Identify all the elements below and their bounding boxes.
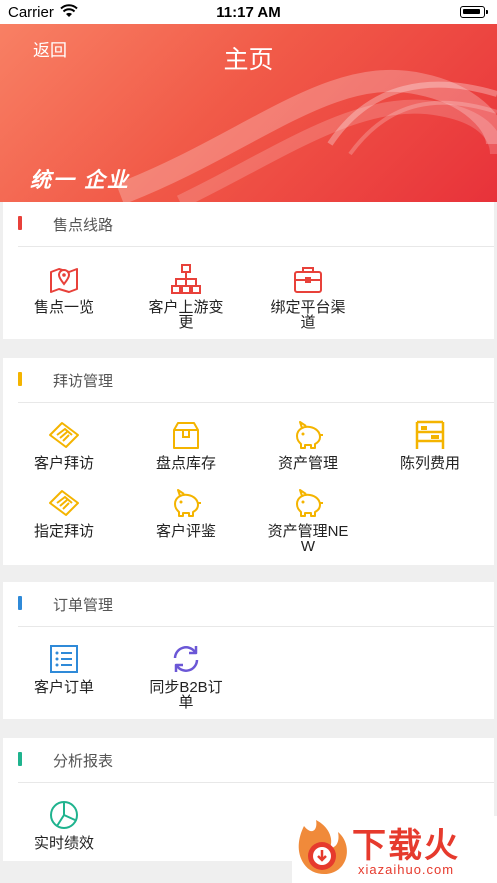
- section-accent-bar: [18, 216, 22, 230]
- pie-chart-icon: [50, 801, 78, 829]
- map-pin-icon: [50, 268, 78, 293]
- piggy-bank-icon: [174, 489, 201, 517]
- section-title: 订单管理: [53, 597, 114, 614]
- piggy-bank-icon: [296, 421, 323, 449]
- section-title: 拜访管理: [53, 373, 114, 390]
- sync-icon: [173, 646, 199, 672]
- menu-item-label: 指定拜访: [33, 523, 94, 540]
- section-header: 分析报表: [3, 738, 494, 782]
- flame-logo-icon: [298, 820, 347, 875]
- list-icon: [50, 645, 78, 673]
- section-order-management: 订单管理 客户订单 同步B2B订单: [3, 582, 494, 719]
- piggy-bank-icon: [296, 489, 323, 517]
- divider: [18, 246, 494, 247]
- menu-item-label: 陈列费用: [399, 455, 460, 472]
- divider: [18, 626, 494, 627]
- section-sales-route: 售点线路 售点一览 客户上游变更 绑定平台渠道: [3, 202, 494, 339]
- divider: [18, 402, 494, 403]
- section-accent-bar: [18, 596, 22, 610]
- section-title: 分析报表: [53, 753, 114, 770]
- menu-item-label: 资产管理: [277, 455, 338, 472]
- menu-item-label: 客户评鉴: [155, 523, 216, 540]
- menu-item-label: 盘点库存: [155, 455, 216, 472]
- watermark-url: xiazaihuo.com: [358, 862, 455, 877]
- header-banner: 返回 主页 统一 企业: [0, 24, 497, 202]
- page-title: 主页: [223, 46, 274, 74]
- brand-logo: 统一 企业: [30, 169, 130, 192]
- handshake-icon: [49, 422, 79, 448]
- section-header: 拜访管理: [3, 358, 494, 402]
- menu-item-sync-b2b-order[interactable]: 同步B2B订单: [125, 637, 247, 715]
- menu-item-bind-channel[interactable]: 绑定平台渠道: [247, 257, 369, 335]
- menu-item-display-fee[interactable]: 陈列费用: [369, 413, 491, 491]
- menu-item-customer-visit[interactable]: 客户拜访: [3, 413, 125, 491]
- section-header: 订单管理: [3, 582, 494, 626]
- clock: 11:17 AM: [216, 4, 281, 21]
- status-bar: Carrier 11:17 AM: [0, 0, 497, 24]
- box-icon: [173, 422, 199, 449]
- hierarchy-icon: [171, 264, 201, 294]
- menu-item-stock-count[interactable]: 盘点库存: [125, 413, 247, 491]
- toolbox-icon: [294, 267, 322, 293]
- battery-tip: [486, 10, 488, 14]
- battery-icon: [460, 6, 485, 18]
- menu-item-asset-management-new[interactable]: 资产管理NEW: [247, 481, 369, 559]
- watermark: 下载火 xiazaihuo.com: [292, 816, 497, 883]
- menu-item-label: 客户订单: [33, 679, 94, 696]
- menu-item-realtime-performance[interactable]: 实时绩效: [3, 793, 125, 871]
- menu-item-label: 售点一览: [33, 299, 94, 316]
- menu-item-customer-order[interactable]: 客户订单: [3, 637, 125, 715]
- menu-item-customer-rating[interactable]: 客户评鉴: [125, 481, 247, 559]
- menu-item-assigned-visit[interactable]: 指定拜访: [3, 481, 125, 559]
- menu-item-asset-management[interactable]: 资产管理: [247, 413, 369, 491]
- section-accent-bar: [18, 372, 22, 386]
- section-visit-management: 拜访管理 客户拜访 盘点库存 资产管理 陈列费用 指定拜访 客户评鉴 资产管理N…: [3, 358, 494, 565]
- handshake-icon: [49, 490, 79, 516]
- menu-item-label: 客户拜访: [33, 455, 94, 472]
- watermark-text: 下载火: [352, 827, 460, 865]
- menu-item-outlet-list[interactable]: 售点一览: [3, 257, 125, 335]
- menu-item-label: 同步B2B订单: [149, 679, 223, 711]
- menu-item-upstream-change[interactable]: 客户上游变更: [125, 257, 247, 335]
- section-header: 售点线路: [3, 202, 494, 246]
- menu-item-label: 绑定平台渠道: [270, 299, 346, 331]
- divider: [18, 782, 494, 783]
- section-accent-bar: [18, 752, 22, 766]
- menu-item-label: 客户上游变更: [148, 299, 224, 331]
- menu-item-label: 实时绩效: [33, 835, 94, 852]
- shelf-icon: [415, 420, 445, 449]
- section-title: 售点线路: [53, 217, 114, 234]
- menu-item-label: 资产管理NEW: [267, 523, 349, 555]
